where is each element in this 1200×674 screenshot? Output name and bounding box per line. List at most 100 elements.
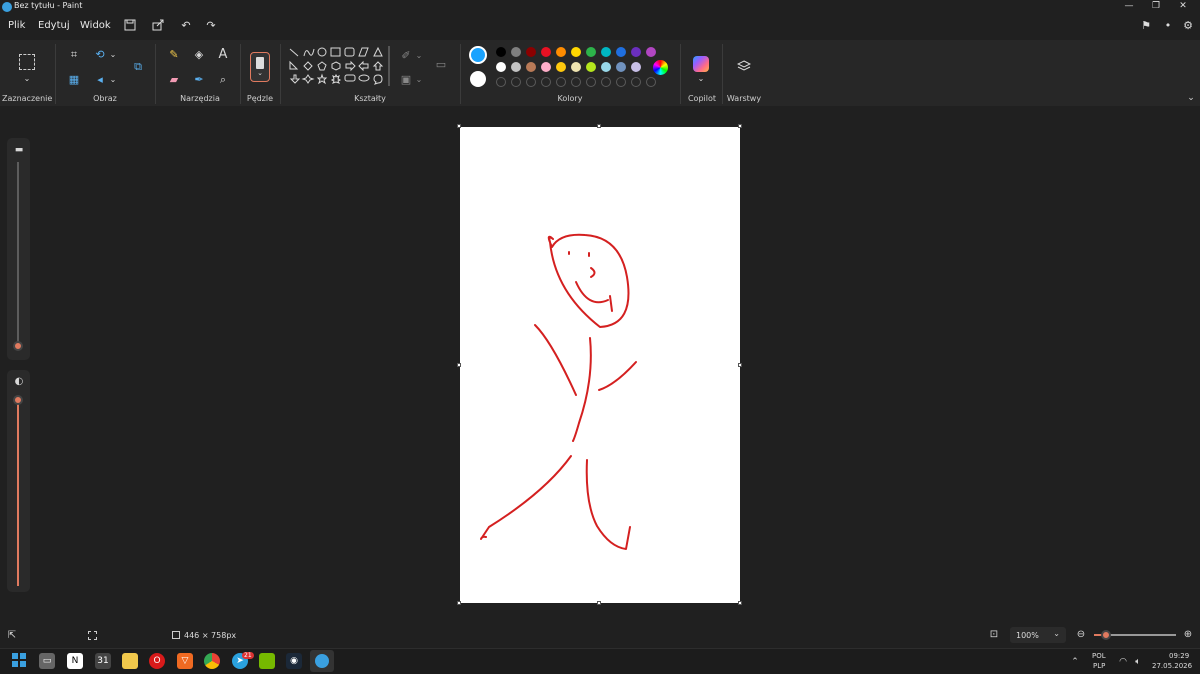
steam-icon[interactable]: ◉	[286, 653, 302, 669]
color-swatch[interactable]	[601, 62, 611, 72]
custom-color-slot[interactable]	[511, 77, 521, 87]
settings-gear-icon[interactable]: ⚙	[1180, 19, 1196, 35]
opacity-slider-track[interactable]	[17, 400, 19, 586]
menu-edit[interactable]: Edytuj	[38, 20, 70, 31]
chevron-down-icon[interactable]: ⌄	[693, 71, 709, 87]
image-select-icon[interactable]: ⧉	[130, 59, 146, 75]
copilot-icon[interactable]	[693, 56, 709, 72]
custom-color-slot[interactable]	[556, 77, 566, 87]
chevron-up-icon[interactable]: ⌃	[1067, 654, 1083, 670]
edit-colors-icon[interactable]	[653, 60, 668, 75]
menu-file[interactable]: Plik	[8, 20, 25, 31]
resize-handle[interactable]	[738, 363, 742, 367]
resize-handle[interactable]	[597, 601, 601, 605]
chevron-down-icon[interactable]: ⌄	[19, 71, 35, 87]
file-explorer-icon[interactable]	[122, 653, 138, 669]
color-swatch[interactable]	[526, 47, 536, 57]
selection-tool-icon[interactable]	[19, 54, 35, 70]
paint-taskbar-active[interactable]	[310, 650, 334, 672]
color-swatch[interactable]	[586, 62, 596, 72]
zoom-out-icon[interactable]: ⊖	[1073, 627, 1089, 643]
resize-icon[interactable]: ▦	[66, 72, 82, 88]
color-swatch[interactable]	[586, 47, 596, 57]
color-swatch[interactable]	[616, 62, 626, 72]
clock-time[interactable]: 09:29	[1169, 652, 1189, 660]
redo-icon[interactable]: ↷	[203, 19, 219, 35]
keyboard-layout[interactable]: PLP	[1093, 662, 1105, 670]
color-swatch[interactable]	[571, 62, 581, 72]
shapes-gallery[interactable]	[286, 45, 386, 93]
fill-bucket-icon[interactable]: ◈	[191, 47, 207, 63]
save-icon[interactable]	[122, 19, 138, 35]
custom-color-slot[interactable]	[601, 77, 611, 87]
maximize-button[interactable]: ❐	[1143, 0, 1169, 14]
opera-icon[interactable]: O	[149, 653, 165, 669]
nvidia-icon[interactable]	[259, 653, 275, 669]
chevron-down-icon[interactable]: ⌄	[105, 72, 121, 88]
color-swatch[interactable]	[511, 62, 521, 72]
resize-handle[interactable]	[597, 124, 601, 128]
color-picker-icon[interactable]: ✒	[191, 72, 207, 88]
zoom-in-icon[interactable]: ⊕	[1180, 627, 1196, 643]
share-icon[interactable]	[150, 19, 166, 35]
text-icon[interactable]: A	[215, 47, 231, 63]
color-swatch[interactable]	[496, 62, 506, 72]
resize-handle[interactable]	[457, 124, 461, 128]
close-button[interactable]: ✕	[1170, 0, 1196, 14]
color-swatch[interactable]	[556, 62, 566, 72]
feedback-icon[interactable]: ⚑	[1138, 19, 1154, 35]
collapse-ribbon-icon[interactable]: ⌄	[1183, 90, 1199, 106]
color-swatch[interactable]	[541, 47, 551, 57]
zoom-select[interactable]: 100% ⌄	[1010, 627, 1066, 643]
resize-handle[interactable]	[457, 601, 461, 605]
color-swatch[interactable]	[631, 62, 641, 72]
input-language[interactable]: POL	[1092, 652, 1106, 660]
zoom-slider-thumb[interactable]	[1101, 630, 1111, 640]
color-swatch[interactable]	[571, 47, 581, 57]
custom-color-slot[interactable]	[571, 77, 581, 87]
color-swatch[interactable]	[631, 47, 641, 57]
drawing-canvas[interactable]	[460, 127, 740, 603]
start-windows-icon[interactable]	[11, 653, 27, 669]
minimize-button[interactable]: —	[1116, 0, 1142, 14]
calendar-icon[interactable]: 31	[95, 653, 111, 669]
clock-date[interactable]: 27.05.2026	[1152, 662, 1192, 670]
custom-color-slot[interactable]	[526, 77, 536, 87]
color-swatch[interactable]	[526, 62, 536, 72]
size-slider-thumb[interactable]	[13, 341, 23, 351]
primary-color-swatch[interactable]	[469, 46, 487, 64]
fit-to-window-icon[interactable]: ⊡	[986, 627, 1002, 643]
shapes-scrollbar[interactable]	[388, 46, 390, 86]
opacity-slider-thumb[interactable]	[13, 395, 23, 405]
layers-icon[interactable]	[736, 59, 752, 75]
custom-color-slot[interactable]	[496, 77, 506, 87]
chevron-down-icon[interactable]: ⌄	[411, 72, 427, 88]
task-view-icon[interactable]: ▭	[39, 653, 55, 669]
brush-button[interactable]: ⌄	[250, 52, 270, 82]
chevron-down-icon[interactable]: ⌄	[105, 47, 121, 63]
chevron-down-icon[interactable]: ⌄	[411, 48, 427, 64]
custom-color-slot[interactable]	[586, 77, 596, 87]
color-swatch[interactable]	[496, 47, 506, 57]
custom-color-slot[interactable]	[541, 77, 551, 87]
chrome-icon[interactable]	[204, 653, 220, 669]
custom-color-slot[interactable]	[646, 77, 656, 87]
volume-icon[interactable]: 🔈︎	[1130, 654, 1146, 670]
size-slider-track[interactable]	[17, 162, 19, 344]
account-icon[interactable]: •	[1160, 19, 1176, 35]
custom-color-slot[interactable]	[631, 77, 641, 87]
notion-icon[interactable]: N	[67, 653, 83, 669]
resize-handle[interactable]	[457, 363, 461, 367]
brave-icon[interactable]: ▽	[177, 653, 193, 669]
resize-handle[interactable]	[738, 601, 742, 605]
custom-color-slot[interactable]	[616, 77, 626, 87]
menu-view[interactable]: Widok	[80, 20, 111, 31]
wifi-icon[interactable]: ◠	[1115, 654, 1131, 670]
color-swatch[interactable]	[646, 47, 656, 57]
magnifier-icon[interactable]: ⌕	[215, 72, 231, 88]
color-swatch[interactable]	[541, 62, 551, 72]
color-swatch[interactable]	[556, 47, 566, 57]
color-swatch[interactable]	[616, 47, 626, 57]
pencil-icon[interactable]: ✎	[166, 47, 182, 63]
color-swatch[interactable]	[511, 47, 521, 57]
